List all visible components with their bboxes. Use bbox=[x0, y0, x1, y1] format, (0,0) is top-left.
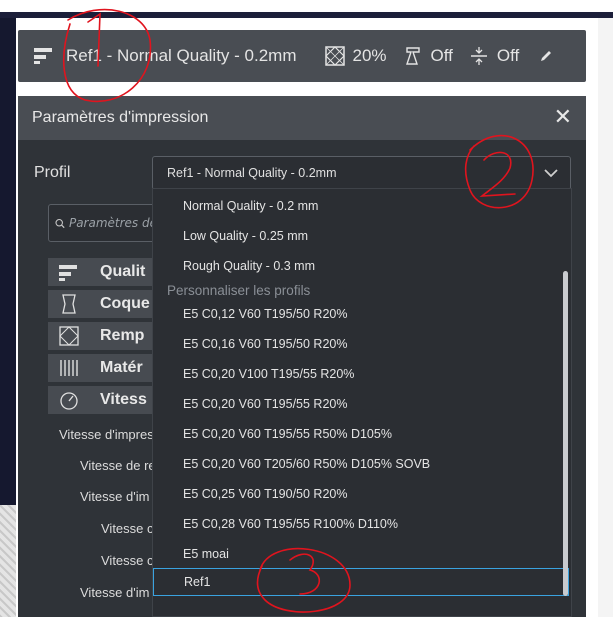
quality-icon bbox=[58, 262, 80, 282]
dropdown-item-selected[interactable]: Ref1 bbox=[153, 568, 569, 596]
build-plate bbox=[0, 505, 16, 617]
profile-name: Ref1 - Normal Quality - 0.2mm bbox=[66, 46, 297, 65]
adhesion-summary[interactable]: Off bbox=[469, 46, 519, 66]
profile-select-value: Ref1 - Normal Quality - 0.2mm bbox=[167, 166, 337, 180]
dropdown-item[interactable]: E5 C0,28 V60 T195/55 R100% D110% bbox=[153, 510, 569, 538]
dropdown-item[interactable]: E5 C0,25 V60 T190/50 R20% bbox=[153, 480, 569, 508]
setting-topbottom-speed[interactable]: Vitesse d'im bbox=[80, 585, 149, 600]
category-label: Remp bbox=[100, 327, 145, 344]
panel-header: Paramètres d'impression ✕ bbox=[18, 96, 586, 140]
dropdown-item[interactable]: E5 C0,20 V60 T205/60 R50% D105% SOVB bbox=[153, 450, 569, 478]
setting-print-speed[interactable]: Vitesse d'impres bbox=[59, 427, 154, 442]
support-summary[interactable]: Off bbox=[403, 46, 453, 66]
category-speed[interactable]: Vitess bbox=[48, 386, 158, 414]
adhesion-value: Off bbox=[496, 46, 520, 65]
infill-icon bbox=[324, 46, 345, 66]
dropdown-item[interactable]: Low Quality - 0.25 mm bbox=[153, 222, 569, 250]
dropdown-item[interactable]: E5 C0,16 V60 T195/50 R20% bbox=[153, 330, 569, 358]
category-material[interactable]: Matér bbox=[48, 354, 158, 382]
chevron-down-icon bbox=[544, 168, 558, 177]
dropdown-scrollbar[interactable] bbox=[563, 271, 568, 596]
setting-inner-wall-speed[interactable]: Vitesse c bbox=[101, 553, 154, 568]
material-icon bbox=[58, 358, 80, 378]
profile-dropdown-list[interactable]: Normal Quality - 0.2 mm Low Quality - 0.… bbox=[152, 188, 572, 617]
setting-wall-speed[interactable]: Vitesse d'im bbox=[80, 489, 149, 504]
adhesion-icon bbox=[469, 46, 489, 66]
shell-icon bbox=[58, 294, 80, 314]
search-icon bbox=[55, 218, 65, 228]
close-icon[interactable]: ✕ bbox=[554, 107, 572, 129]
dropdown-item[interactable]: E5 C0,20 V60 T195/55 R50% D105% bbox=[153, 420, 569, 448]
category-label: Coque bbox=[100, 295, 150, 312]
infill-summary[interactable]: 20% bbox=[324, 46, 387, 66]
viewport-right bbox=[598, 18, 613, 617]
category-shell[interactable]: Coque bbox=[48, 290, 158, 318]
quality-icon bbox=[34, 47, 54, 65]
profile-label: Profil bbox=[34, 164, 71, 181]
pencil-icon[interactable] bbox=[539, 49, 553, 63]
category-infill[interactable]: Remp bbox=[48, 322, 158, 350]
setting-infill-speed[interactable]: Vitesse de re bbox=[80, 458, 156, 473]
support-value: Off bbox=[430, 46, 453, 65]
category-label: Matér bbox=[100, 359, 143, 376]
custom-profiles-header: Personnaliser les profils bbox=[167, 283, 311, 298]
infill-value: 20% bbox=[352, 46, 387, 65]
category-label: Vitess bbox=[100, 391, 147, 408]
search-placeholder: Paramètres de bbox=[68, 216, 157, 230]
dropdown-item[interactable]: Rough Quality - 0.3 mm bbox=[153, 252, 569, 280]
settings-search-input[interactable]: Paramètres de bbox=[48, 204, 158, 242]
category-quality[interactable]: Qualit bbox=[48, 258, 158, 286]
viewport-band bbox=[0, 12, 613, 18]
profile-select[interactable]: Ref1 - Normal Quality - 0.2mm bbox=[152, 156, 571, 190]
dropdown-item[interactable]: E5 C0,20 V60 T195/55 R20% bbox=[153, 390, 569, 418]
speed-icon bbox=[58, 390, 80, 410]
setting-outer-wall-speed[interactable]: Vitesse c bbox=[101, 521, 154, 536]
category-label: Qualit bbox=[100, 263, 146, 280]
infill-icon bbox=[58, 326, 80, 346]
dropdown-item[interactable]: E5 C0,12 V60 T195/50 R20% bbox=[153, 300, 569, 328]
support-icon bbox=[403, 46, 423, 66]
dropdown-item[interactable]: E5 moai bbox=[153, 540, 569, 568]
panel-title: Paramètres d'impression bbox=[32, 109, 209, 126]
dropdown-item[interactable]: E5 C0,20 V100 T195/55 R20% bbox=[153, 360, 569, 388]
print-setup-bar[interactable]: Ref1 - Normal Quality - 0.2mm 20% Off Of… bbox=[18, 30, 586, 82]
dropdown-item[interactable]: Normal Quality - 0.2 mm bbox=[153, 192, 569, 220]
